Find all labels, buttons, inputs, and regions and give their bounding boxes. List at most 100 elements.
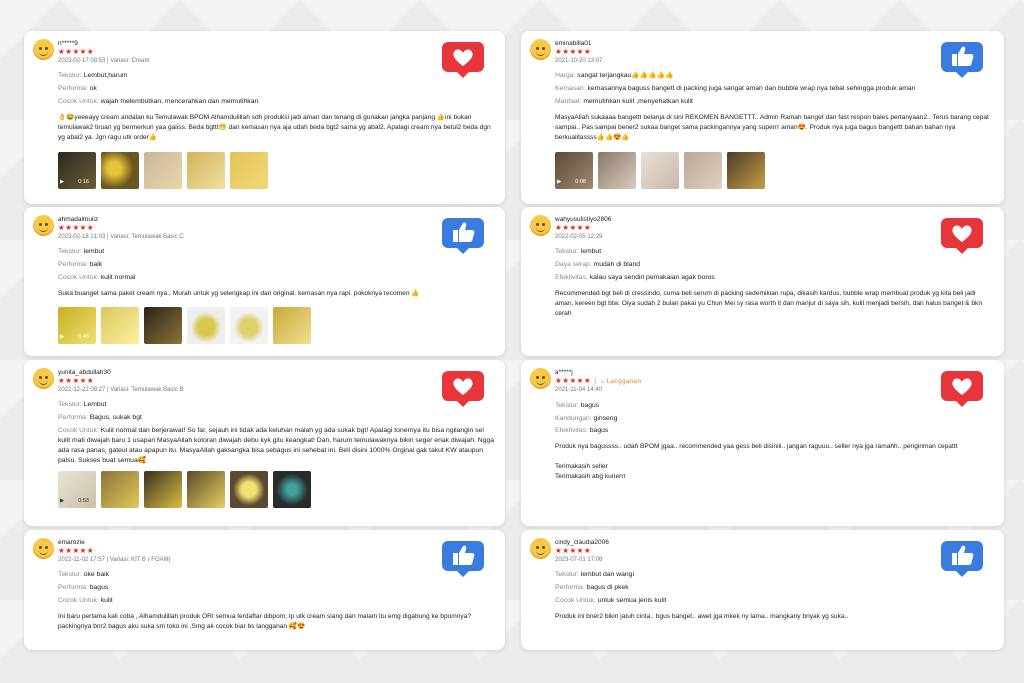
heart-icon	[442, 371, 484, 407]
reviewer-name: a*****j	[555, 369, 573, 376]
review-text: Ini baru pertama kali coba , Alhamdulill…	[58, 612, 472, 631]
heart-icon	[442, 42, 484, 78]
review-image-thumbnail[interactable]	[230, 307, 268, 345]
review-image-thumbnail[interactable]	[727, 151, 765, 189]
avatar	[33, 538, 54, 559]
review-meta: 2022-02-05 12:29	[555, 233, 603, 240]
review-image-thumbnail[interactable]	[144, 307, 182, 345]
avatar	[530, 215, 551, 236]
field-row: Performa: Bagus, sukak bgt	[58, 414, 142, 422]
review-image-thumbnail[interactable]	[598, 151, 636, 189]
field-row: Cocok Untuk: wajah melembutkan, mencerah…	[58, 98, 261, 106]
reviewer-name: ahmadalmuiiz	[58, 216, 99, 223]
review-card: emarozie ★★★★★ 2022-11-02 17:57 | Varias…	[24, 530, 505, 650]
field-row: Performa: bagus di pkek	[555, 584, 629, 592]
review-meta: 2023-02-17 08:53 | Variasi: Cream	[58, 57, 150, 64]
review-video-thumbnail[interactable]: ▶ 0:53	[58, 471, 96, 509]
avatar	[530, 368, 551, 389]
field-row: Performa: baik	[58, 261, 103, 269]
review-text-line: Terimakasih seller	[555, 463, 608, 471]
review-image-thumbnail[interactable]	[187, 307, 225, 345]
review-meta: 2021-10-20 13:07	[555, 57, 603, 64]
avatar	[33, 368, 54, 389]
field-row: Cocok Untuk: kulit	[58, 597, 113, 605]
review-video-thumbnail[interactable]: ▶ 0:46	[58, 307, 96, 345]
review-meta: 2021-11-04 14:40	[555, 387, 602, 394]
field-row: Efektivitas: bagus	[555, 427, 609, 435]
star-rating: ★★★★★	[58, 47, 95, 57]
review-meta: 2023-07-01 17:06	[555, 556, 603, 563]
field-row: Performa: bagus	[58, 584, 109, 592]
review-text: MasyaAllah sukaaaa bangettt belanja di s…	[555, 113, 989, 142]
field-row: Performa: ok	[58, 85, 97, 93]
media-gallery: ▶ 0:53	[58, 471, 495, 509]
star-rating: ★★★★★	[555, 223, 592, 233]
review-image-thumbnail[interactable]	[101, 151, 139, 189]
review-meta: 2022-12-22 08:27 | Variasi: Temulawak Ba…	[58, 386, 184, 393]
reviewer-name: emarozie	[58, 539, 85, 546]
review-text: Produk nya bagussss.. udah BPOM jgaa.. r…	[555, 443, 958, 451]
star-rating: ★★★★★	[555, 546, 592, 556]
field-row: Cocok Untuk: kulit normal	[58, 274, 136, 282]
field-row: Tekstur: lembut dan wangi	[555, 571, 634, 579]
star-rating: ★★★★★ | ⌂ Langganan	[555, 376, 642, 386]
reviewer-name: cindy_claudia2006	[555, 539, 609, 546]
reviewer-name: yunita_abdullah30	[58, 369, 111, 376]
media-gallery: ▶ 0:08	[555, 151, 994, 189]
field-row: Tekstur: lembut	[58, 248, 105, 256]
thumbs-up-icon	[442, 218, 484, 254]
reviewer-name: wahyusulistiyo2806	[555, 216, 612, 223]
review-card: ahmadalmuiiz ★★★★★ 2023-02-18 21:03 | Va…	[24, 207, 505, 356]
review-card: n*****9 ★★★★★ 2023-02-17 08:53 | Variasi…	[24, 31, 505, 204]
review-image-thumbnail[interactable]	[230, 151, 268, 189]
review-image-thumbnail[interactable]	[144, 471, 182, 509]
review-image-thumbnail[interactable]	[273, 307, 311, 345]
review-card: cindy_claudia2006 ★★★★★ 2023-07-01 17:06…	[521, 530, 1004, 650]
reviewer-name: eminabilla01	[555, 40, 592, 47]
video-camera-icon: ▶	[557, 178, 562, 185]
review-image-thumbnail[interactable]	[101, 471, 139, 509]
review-image-thumbnail[interactable]	[273, 471, 311, 509]
avatar	[33, 39, 54, 60]
reviewer-name: n*****9	[58, 40, 78, 47]
review-card: a*****j ★★★★★ | ⌂ Langganan 2021-11-04 14:…	[521, 360, 1004, 526]
video-camera-icon: ▶	[60, 498, 65, 505]
video-camera-icon: ▶	[60, 334, 65, 341]
review-image-thumbnail[interactable]	[187, 151, 225, 189]
avatar	[530, 39, 551, 60]
field-row: Kandungan: ginseng	[555, 414, 618, 422]
star-rating: ★★★★★	[58, 546, 95, 556]
field-row: Tekstur: Lembut,harum	[58, 72, 128, 80]
field-row: Tekstur: Lembut	[58, 401, 107, 409]
review-image-thumbnail[interactable]	[187, 471, 225, 509]
review-video-thumbnail[interactable]: ▶ 0:16	[58, 151, 96, 189]
thumbs-up-icon	[941, 541, 983, 577]
review-card: yunita_abdullah30 ★★★★★ 2022-12-22 08:27…	[24, 360, 505, 526]
review-text-line: Terimakasih abg kurierrr	[555, 472, 626, 480]
review-text: Suka buanget sama paket cream nya.. Mura…	[58, 289, 420, 297]
heart-icon	[941, 218, 983, 254]
avatar	[33, 215, 54, 236]
thumbs-up-icon	[941, 42, 983, 78]
star-rating: ★★★★★	[555, 47, 592, 57]
field-row: Harga: sangat terjangkau👍👍👍👍👍	[555, 72, 674, 80]
review-video-thumbnail[interactable]: ▶ 0:08	[555, 151, 593, 189]
review-card: eminabilla01 ★★★★★ 2021-10-20 13:07 Harg…	[521, 31, 1004, 204]
field-row: Kemasan: kemasannya baguss bangett di pa…	[555, 85, 916, 93]
review-meta: 2022-11-02 17:57 | Variasi: KIT B ( FOAM…	[58, 556, 171, 563]
review-text: Produk ini bner2 bikin jatuh cinta.. bgu…	[555, 612, 849, 620]
subscriber-tag: ⌂ Langganan	[600, 379, 642, 386]
review-image-thumbnail[interactable]	[641, 151, 679, 189]
review-text: 👌😂yeeeayy cream andalan ku Temulawak BPO…	[58, 113, 491, 142]
review-image-thumbnail[interactable]	[684, 151, 722, 189]
star-rating: ★★★★★	[58, 223, 95, 233]
field-row: Cocok Untuk: Kulit normal dan berjerawat…	[58, 427, 495, 464]
media-gallery: ▶ 0:46	[58, 307, 495, 345]
review-text: Recommended bgt beli di cressindo, cuma …	[555, 289, 983, 318]
heart-icon	[941, 371, 983, 407]
review-image-thumbnail[interactable]	[101, 307, 139, 345]
avatar	[530, 538, 551, 559]
review-image-thumbnail[interactable]	[230, 471, 268, 509]
video-camera-icon: ▶	[60, 178, 65, 185]
review-image-thumbnail[interactable]	[144, 151, 182, 189]
